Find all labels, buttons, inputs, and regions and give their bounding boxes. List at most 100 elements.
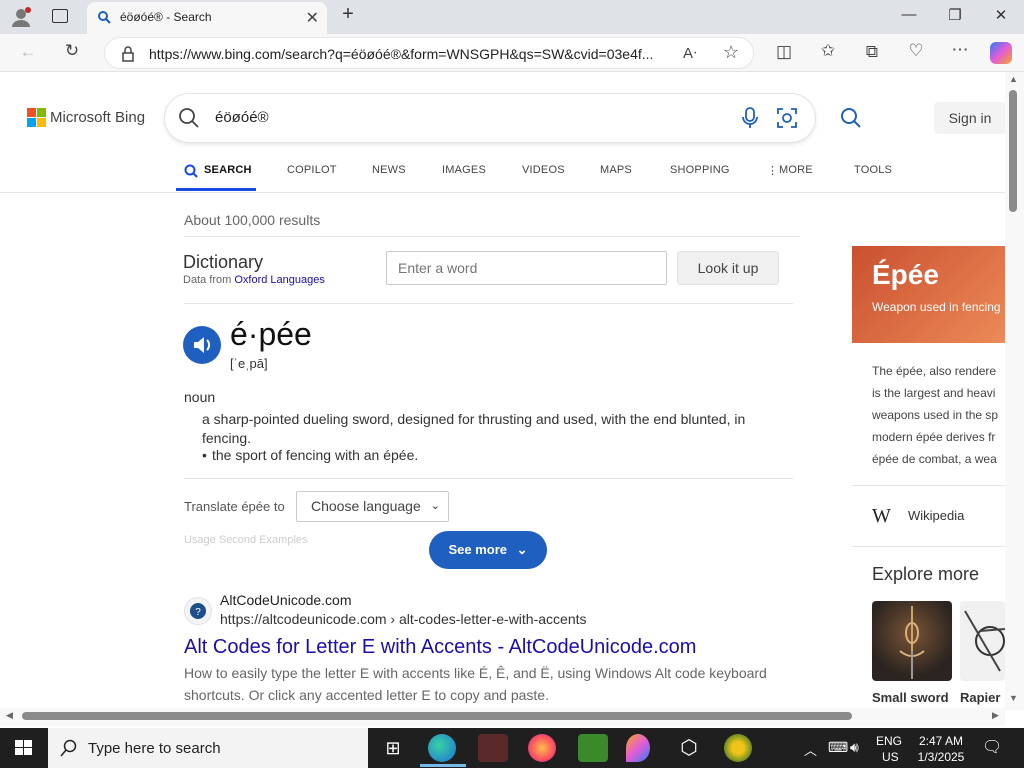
rapier-label[interactable]: Rapier	[960, 690, 1000, 705]
definition-1: a sharp-pointed dueling sword, designed …	[202, 411, 746, 446]
windows-start-icon[interactable]	[0, 728, 48, 768]
more-dots-icon: ⋮	[767, 165, 779, 177]
oxford-languages-link[interactable]: Oxford Languages	[234, 274, 325, 286]
tab-tools[interactable]: TOOLS	[854, 164, 892, 176]
microsoft-logo-icon	[27, 108, 46, 127]
result-title-link[interactable]: Alt Codes for Letter E with Accents - Al…	[184, 636, 696, 659]
game-app-icon[interactable]	[478, 734, 508, 762]
visual-search-icon[interactable]	[776, 107, 798, 134]
restore-icon[interactable]: ❐	[940, 6, 970, 24]
chrome-canary-icon[interactable]	[724, 734, 752, 762]
minimize-icon[interactable]: —	[894, 6, 924, 23]
tab-videos[interactable]: VIDEOS	[522, 164, 565, 176]
word-lookup-input[interactable]	[386, 251, 667, 285]
see-more-button[interactable]: See more ⌄	[429, 531, 547, 569]
small-sword-image[interactable]	[872, 601, 952, 681]
tab-shopping[interactable]: SHOPPING	[670, 164, 730, 176]
minecraft-icon[interactable]	[578, 734, 608, 762]
notifications-icon[interactable]: 🗨︎	[982, 737, 1002, 757]
refresh-icon[interactable]: ↻	[58, 41, 86, 61]
svg-text:?: ?	[195, 607, 201, 618]
dictionary-source: Data from Oxford Languages	[183, 274, 325, 286]
search-query[interactable]: éöøóé®	[215, 109, 269, 126]
more-options-icon[interactable]: ⋯	[946, 40, 974, 60]
search-icon	[60, 739, 78, 762]
small-sword-label[interactable]: Small sword	[872, 690, 949, 705]
dictionary-title: Dictionary	[183, 252, 264, 272]
wikipedia-link[interactable]: Wikipedia	[908, 508, 964, 523]
taskbar-search-placeholder: Type here to search	[88, 740, 221, 757]
tab-copilot[interactable]: COPILOT	[287, 164, 337, 176]
show-hidden-icons-icon[interactable]: ︿	[804, 740, 817, 759]
site-favicon-icon[interactable]: ?	[184, 597, 212, 625]
tab-maps[interactable]: MAPS	[600, 164, 632, 176]
vertical-scroll-thumb[interactable]	[1009, 90, 1017, 212]
volume-icon[interactable]: 🔊︎	[850, 739, 859, 756]
network-icon[interactable]: ⌨	[828, 739, 848, 756]
lock-icon[interactable]	[121, 46, 135, 67]
pronunciation-audio-button[interactable]	[183, 326, 221, 364]
copilot-icon[interactable]	[990, 42, 1012, 64]
bing-logo[interactable]: Microsoft Bing	[27, 108, 157, 128]
firefox-icon[interactable]	[528, 734, 556, 762]
result-count: About 100,000 results	[184, 212, 321, 228]
new-tab-icon[interactable]: +	[333, 3, 363, 26]
close-window-icon[interactable]: ✕	[986, 6, 1016, 24]
scroll-left-icon[interactable]: ◀	[6, 710, 13, 721]
copilot-search-icon[interactable]	[838, 106, 862, 135]
split-screen-icon[interactable]: ◫	[770, 42, 798, 62]
scroll-down-icon[interactable]: ▼	[1009, 693, 1018, 703]
tab-more[interactable]: MORE	[779, 164, 813, 176]
divider	[184, 236, 800, 237]
bullet: •	[202, 447, 207, 463]
back-icon[interactable]: ←	[14, 42, 42, 62]
sign-in-button[interactable]: Sign in	[934, 102, 1006, 134]
look-it-up-button[interactable]: Look it up	[677, 251, 779, 285]
source-prefix: Data from	[183, 274, 235, 286]
tab-actions-icon[interactable]	[52, 9, 68, 23]
clock-date: 1/3/2025	[917, 750, 965, 764]
cube-app-icon[interactable]: ⬡	[674, 734, 704, 762]
browser-tab-strip: éöøóé® - Search ✕ + — ❐ ✕	[0, 0, 1024, 34]
favorite-star-icon[interactable]: ☆	[723, 42, 739, 63]
language-indicator[interactable]: ENG US	[876, 733, 902, 765]
site-name[interactable]: AltCodeUnicode.com	[220, 592, 352, 608]
wikipedia-icon[interactable]: W	[872, 505, 891, 528]
active-tab[interactable]: éöøóé® - Search ✕	[87, 2, 327, 34]
horizontal-scroll-thumb[interactable]	[22, 712, 852, 720]
maps-pin-icon[interactable]	[626, 734, 650, 762]
site-url[interactable]: https://altcodeunicode.com › alt-codes-l…	[220, 611, 587, 627]
search-icon[interactable]	[178, 107, 200, 134]
tab-search[interactable]: SEARCH	[204, 164, 252, 176]
scroll-right-icon[interactable]: ▶	[992, 710, 999, 721]
close-tab-icon[interactable]: ✕	[306, 8, 319, 28]
divider	[184, 303, 793, 304]
scroll-up-icon[interactable]: ▲	[1009, 74, 1018, 84]
language-select-value: Choose language	[311, 498, 421, 514]
clock[interactable]: 2:47 AM 1/3/2025	[916, 733, 966, 765]
knowledge-panel-subtitle: Weapon used in fencing	[872, 300, 1001, 314]
headword: é·pée	[230, 316, 312, 352]
speaker-icon	[194, 337, 211, 353]
part-of-speech: noun	[184, 389, 216, 405]
tab-news[interactable]: NEWS	[372, 164, 406, 176]
language-select[interactable]: Choose language ⌄	[296, 491, 449, 522]
task-view-icon[interactable]: ⊞	[378, 734, 408, 762]
translate-label: Translate épée to	[184, 499, 285, 514]
collections-icon[interactable]: ⧉	[858, 42, 886, 62]
address-bar[interactable]: https://www.bing.com/search?q=éöøóé®&for…	[104, 37, 754, 69]
microphone-icon[interactable]	[741, 107, 759, 134]
knowledge-panel-hero[interactable]: Épée Weapon used in fencing	[852, 246, 1005, 343]
tab-images[interactable]: IMAGES	[442, 164, 486, 176]
edge-icon[interactable]	[428, 734, 456, 762]
description-line: épée de combat, a wea	[872, 452, 997, 466]
tab-title: éöøóé® - Search	[120, 10, 212, 24]
taskbar-search-box[interactable]: Type here to search	[48, 728, 368, 768]
search-box[interactable]: éöøóé®	[165, 94, 815, 142]
description-line: modern épée derives fr	[872, 430, 996, 444]
favorites-icon[interactable]: ✩	[814, 41, 842, 61]
browser-essentials-icon[interactable]: ♡	[902, 41, 930, 61]
profile-icon[interactable]	[10, 6, 32, 28]
read-aloud-icon[interactable]: Aᐧ	[683, 44, 697, 62]
rapier-image[interactable]	[960, 601, 1005, 681]
